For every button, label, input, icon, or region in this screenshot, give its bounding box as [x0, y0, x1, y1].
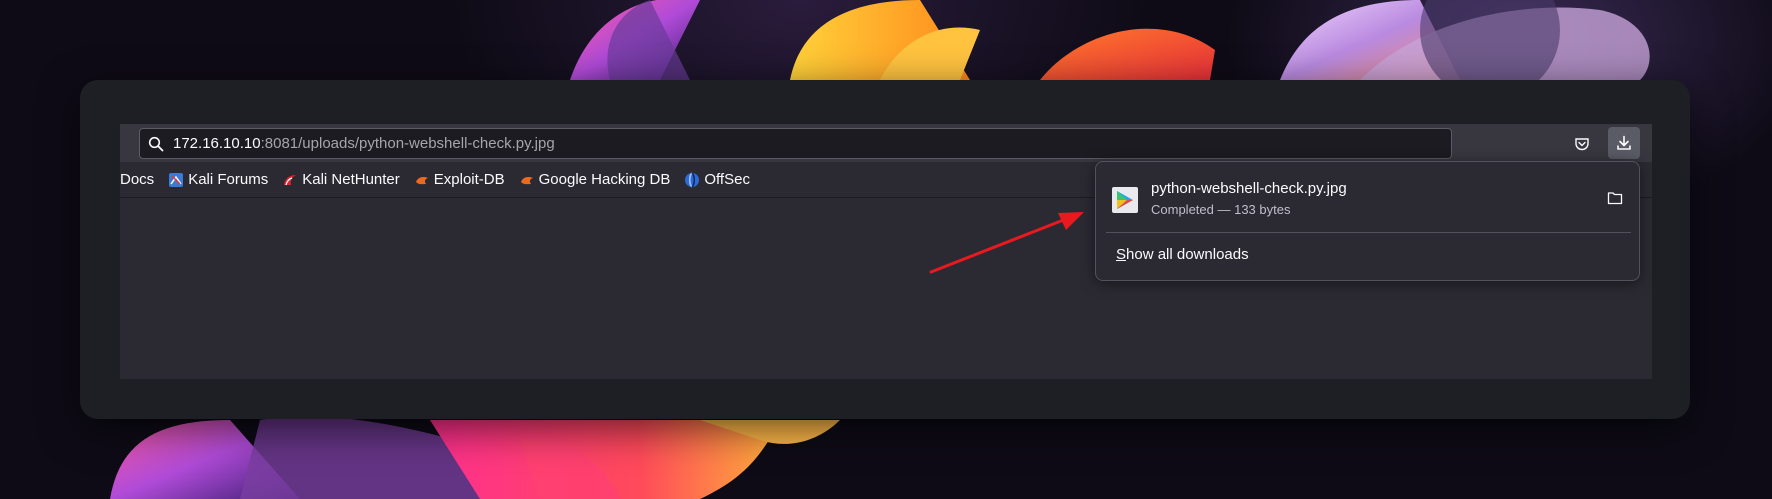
download-status: Completed — 133 bytes	[1151, 202, 1291, 217]
bookmark-offsec[interactable]: OffSec	[684, 171, 750, 188]
download-filename: python-webshell-check.py.jpg	[1151, 180, 1347, 197]
bookmark-exploit-db[interactable]: Exploit-DB	[414, 171, 505, 188]
folder-icon[interactable]	[1605, 188, 1625, 208]
accesskey-letter: S	[1116, 246, 1127, 263]
bookmark-label: OffSec	[704, 171, 750, 188]
bookmark-kali-nethunter[interactable]: Kali NetHunter	[282, 171, 400, 188]
file-icon	[1111, 186, 1139, 214]
separator	[1106, 232, 1631, 233]
show-all-downloads-button[interactable]: Show all downloads	[1116, 246, 1249, 263]
offsec-icon	[684, 171, 700, 188]
address-bar[interactable]: 172.16.10.10:8081/uploads/python-webshel…	[139, 128, 1452, 159]
download-item[interactable]: python-webshell-check.py.jpg Completed —…	[1096, 162, 1639, 232]
bookmark-kali-forums[interactable]: Kali Forums	[168, 171, 268, 188]
bookmark-label: Google Hacking DB	[538, 171, 671, 188]
kali-nethunter-icon	[282, 172, 298, 188]
url-path: :8081/uploads/python-webshell-check.py.j…	[260, 135, 555, 152]
bookmark-label: Kali Forums	[188, 171, 269, 188]
show-all-label: how all downloads	[1126, 246, 1249, 263]
url-host: 172.16.10.10	[173, 135, 261, 152]
bookmark-label: Docs	[120, 171, 155, 188]
bookmark-docs[interactable]: Docs	[120, 171, 154, 188]
download-icon	[1617, 135, 1631, 150]
bookmark-label: Kali NetHunter	[302, 171, 400, 188]
search-icon	[148, 136, 164, 152]
downloads-panel: python-webshell-check.py.jpg Completed —…	[1095, 161, 1640, 281]
url-text[interactable]: 172.16.10.10:8081/uploads/python-webshel…	[173, 135, 555, 152]
downloads-button[interactable]	[1608, 127, 1640, 159]
pocket-icon[interactable]	[1572, 134, 1592, 154]
bookmark-google-hacking-db[interactable]: Google Hacking DB	[519, 171, 671, 188]
exploit-db-icon	[414, 172, 430, 188]
exploit-db-icon	[519, 172, 535, 188]
navigation-toolbar: 172.16.10.10:8081/uploads/python-webshel…	[120, 124, 1652, 162]
kali-forums-icon	[168, 172, 184, 188]
bookmark-label: Exploit-DB	[433, 171, 505, 188]
